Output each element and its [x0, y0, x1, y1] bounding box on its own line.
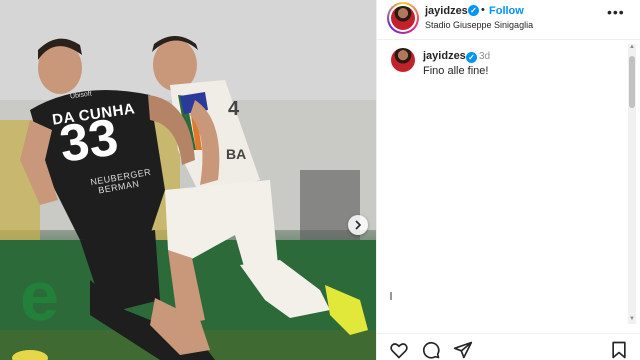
like-button[interactable] [389, 340, 409, 360]
post-actions-bar [377, 340, 640, 360]
scroll-up-arrow-icon[interactable]: ▲ [628, 44, 636, 52]
separator-dot: • [481, 4, 485, 16]
caption-username[interactable]: jayidzes [423, 50, 466, 62]
follow-button[interactable]: Follow [489, 5, 524, 17]
caption-text: Fino alle fine! [423, 65, 489, 77]
match-photo-illustration: e t [0, 0, 376, 360]
scrollbar-thumb[interactable] [629, 56, 635, 108]
svg-text:e: e [20, 257, 59, 335]
share-button[interactable] [453, 340, 473, 360]
avatar [391, 6, 415, 30]
heart-icon [390, 343, 408, 359]
chevron-right-icon [355, 220, 362, 230]
caption-timestamp[interactable]: 3d [479, 51, 490, 62]
post-location[interactable]: Stadio Giuseppe Sinigaglia [425, 20, 533, 30]
story-avatar[interactable] [387, 2, 419, 34]
comment-icon [422, 341, 440, 359]
scroll-down-arrow-icon[interactable]: ▼ [628, 316, 636, 324]
more-horizontal-icon[interactable]: ••• [607, 4, 625, 20]
post-photo[interactable]: e t DA CUNHA 33 Ubisoft NEUBERGER BERMAN… [0, 0, 376, 360]
post-username[interactable]: jayidzes [425, 5, 468, 17]
bookmark-icon [612, 341, 626, 359]
actions-divider [377, 333, 640, 334]
post-header: jayidzes ✓ • Follow Stadio Giuseppe Sini… [377, 0, 640, 40]
verified-badge-icon: ✓ [468, 5, 479, 16]
verified-badge-icon: ✓ [466, 52, 477, 63]
opponent-number-text: 4 [228, 98, 240, 120]
loading-mark [390, 292, 392, 300]
jersey-number-text: 33 [56, 108, 122, 174]
post-side-panel: jayidzes ✓ • Follow Stadio Giuseppe Sini… [376, 0, 640, 360]
next-photo-button[interactable] [348, 215, 368, 235]
opponent-name-text: BA [226, 146, 247, 162]
caption-avatar[interactable] [391, 48, 415, 72]
comment-button[interactable] [421, 340, 441, 360]
save-button[interactable] [609, 340, 629, 360]
share-icon [453, 341, 473, 359]
